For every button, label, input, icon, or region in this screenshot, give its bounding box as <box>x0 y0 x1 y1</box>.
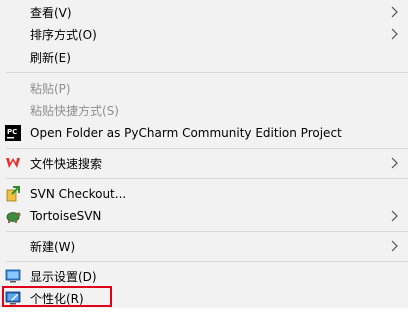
menu-item-label: Open Folder as PyCharm Community Edition… <box>30 126 342 140</box>
chevron-right-icon <box>391 6 398 18</box>
menu-item-sort-by[interactable]: 排序方式(O) <box>0 23 408 45</box>
menu-item-label: SVN Checkout... <box>30 187 127 201</box>
menu-item-open-pycharm[interactable]: PC Open Folder as PyCharm Community Edit… <box>0 122 408 144</box>
chevron-right-icon <box>391 157 398 169</box>
menu-item-file-quick-search[interactable]: 文件快速搜索 <box>0 152 408 174</box>
menu-separator <box>6 148 408 149</box>
menu-separator <box>6 178 408 179</box>
menu-item-label: 刷新(E) <box>30 50 71 65</box>
menu-item-label: 粘贴(P) <box>30 81 71 96</box>
display-settings-icon <box>5 269 21 283</box>
svn-checkout-icon <box>6 186 20 202</box>
pycharm-icon: PC <box>5 125 21 141</box>
menu-item-label: 排序方式(O) <box>30 27 97 42</box>
menu-item-label: 显示设置(D) <box>30 269 97 284</box>
bottom-edge <box>0 308 408 312</box>
menu-item-display-settings[interactable]: 显示设置(D) <box>0 265 408 287</box>
menu-item-view[interactable]: 查看(V) <box>0 1 408 23</box>
chevron-right-icon <box>391 240 398 252</box>
highlight-box <box>2 286 112 307</box>
context-menu: 查看(V) 排序方式(O) 刷新(E) 粘贴(P) 粘贴快捷方式(S) PC O… <box>0 0 408 312</box>
svg-text:PC: PC <box>7 128 17 136</box>
menu-separator <box>6 261 408 262</box>
menu-item-new[interactable]: 新建(W) <box>0 235 408 257</box>
menu-item-label: 文件快速搜索 <box>30 156 103 171</box>
menu-item-svn-checkout[interactable]: SVN Checkout... <box>0 183 408 205</box>
menu-separator <box>6 231 408 232</box>
menu-item-label: TortoiseSVN <box>30 209 102 223</box>
menu-item-refresh[interactable]: 刷新(E) <box>0 46 408 68</box>
chevron-right-icon <box>391 210 398 222</box>
menu-item-paste-shortcut[interactable]: 粘贴快捷方式(S) <box>0 99 408 121</box>
menu-item-label: 新建(W) <box>30 239 76 254</box>
menu-item-label: 查看(V) <box>30 5 72 20</box>
menu-separator <box>6 72 408 73</box>
menu-item-tortoisesvn[interactable]: TortoiseSVN <box>0 205 408 227</box>
tortoisesvn-icon <box>6 212 21 223</box>
menu-item-paste[interactable]: 粘贴(P) <box>0 77 408 99</box>
menu-item-label: 粘贴快捷方式(S) <box>30 103 119 118</box>
wps-search-icon <box>6 158 20 168</box>
chevron-right-icon <box>391 28 398 40</box>
